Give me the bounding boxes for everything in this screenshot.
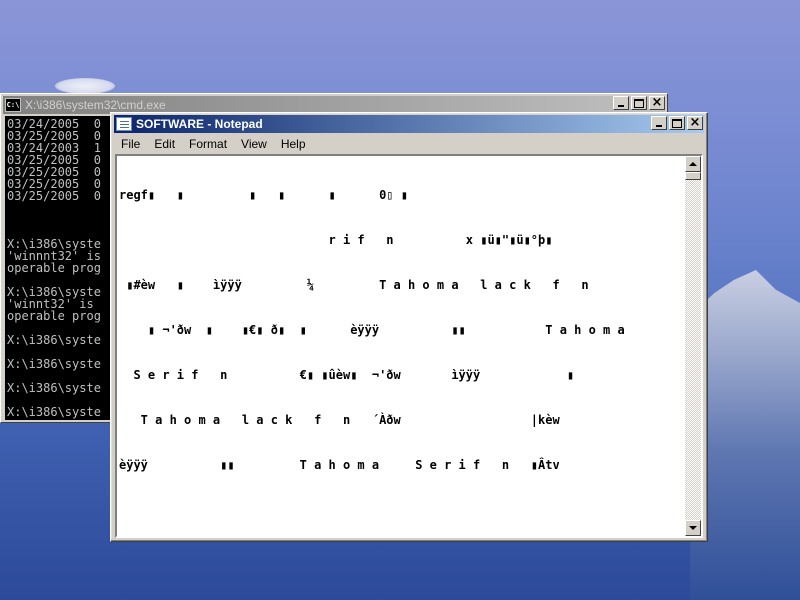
menu-edit[interactable]: Edit [147,137,182,151]
menu-view[interactable]: View [234,137,274,151]
vertical-scrollbar[interactable] [685,156,701,536]
cmd-console-output[interactable]: 03/24/2005 0 03/25/2005 0 03/24/2003 1 03/2… [5,116,113,420]
text-line: T a h o m a l a c k f n ´Àðw |kèw [119,413,560,427]
notepad-menubar: File Edit Format View Help [114,134,704,153]
text-line: regf▮ ▮ ▮ ▮ ▮ 0▯ ▮ [119,188,408,202]
text-line: ▮#èw ▮ ìÿÿÿ ¼ T a h o m a l a c k f n [119,278,589,292]
scroll-down-button[interactable] [685,520,701,536]
menu-help[interactable]: Help [274,137,313,151]
menu-format[interactable]: Format [182,137,234,151]
notepad-window[interactable]: SOFTWARE - Notepad File Edit Format View… [110,112,708,542]
notepad-icon [116,117,132,131]
menu-file[interactable]: File [114,137,147,151]
scroll-thumb[interactable] [685,172,701,180]
console-line: X:\i386\syste [7,381,101,395]
notepad-text-area[interactable]: regf▮ ▮ ▮ ▮ ▮ 0▯ ▮ r i f n x ▮ü▮"▮ü▮°þ▮ … [119,158,689,534]
console-line: X:\i386\syste [7,333,101,347]
notepad-maximize-button[interactable] [669,116,685,130]
console-line: operable prog [7,261,101,275]
text-line: S e r i f n €▮ ▮ûèw▮ ¬'ðw ìÿÿÿ ▮ [119,368,575,382]
notepad-titlebar[interactable]: SOFTWARE - Notepad [114,115,704,133]
notepad-editor[interactable]: regf▮ ▮ ▮ ▮ ▮ 0▯ ▮ r i f n x ▮ü▮"▮ü▮°þ▮ … [115,154,703,538]
text-line: ▮ ¬'ðw ▮ ▮€▮ ð▮ ▮ èÿÿÿ ▮▮ T a h o m a [119,323,625,337]
cloud [55,78,115,94]
notepad-close-button[interactable] [687,116,703,130]
notepad-caption-buttons [649,116,703,130]
cmd-window-title: X:\i386\system32\cmd.exe [25,98,166,112]
notepad-minimize-button[interactable] [651,116,667,130]
console-line: 03/25/2005 0 [7,189,101,203]
text-line: èÿÿÿ ▮▮ T a h o m a S e r i f n ▮Âtv [119,458,560,472]
text-line: r i f n x ▮ü▮"▮ü▮°þ▮ [119,233,553,247]
notepad-window-title: SOFTWARE - Notepad [136,117,263,131]
cmd-icon: C:\ [5,98,21,112]
cmd-close-button[interactable] [649,96,665,110]
console-line: operable prog [7,309,101,323]
console-line: X:\i386\syste [7,405,101,419]
scroll-up-button[interactable] [685,156,701,172]
console-line: X:\i386\syste [7,357,101,371]
cmd-minimize-button[interactable] [613,96,629,110]
cmd-caption-buttons [611,96,665,110]
cmd-maximize-button[interactable] [631,96,647,110]
